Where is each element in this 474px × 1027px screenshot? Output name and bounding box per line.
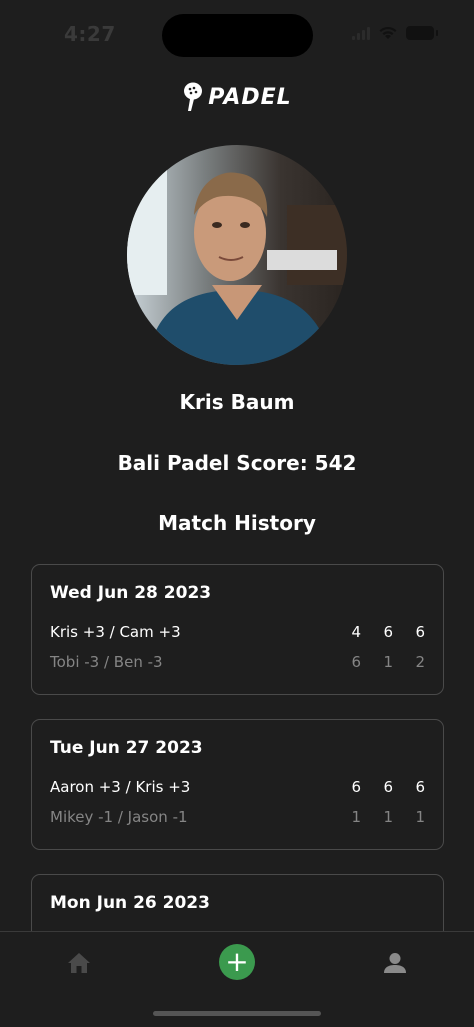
set-score: 6 bbox=[351, 653, 361, 671]
set-scores: 4 6 6 bbox=[329, 623, 425, 641]
team-players: Kris +3 / Cam +3 bbox=[50, 623, 181, 641]
app-logo: PADEL bbox=[0, 82, 474, 112]
person-icon[interactable] bbox=[380, 948, 410, 978]
battery-icon bbox=[406, 26, 438, 40]
match-date: Tue Jun 27 2023 bbox=[50, 738, 203, 758]
team-players: Tobi -3 / Ben -3 bbox=[50, 653, 163, 671]
status-icons bbox=[352, 26, 438, 40]
avatar bbox=[127, 145, 347, 365]
home-icon[interactable] bbox=[64, 948, 94, 978]
home-indicator bbox=[153, 1011, 321, 1016]
signal-icon bbox=[352, 26, 370, 40]
set-score: 6 bbox=[383, 778, 393, 796]
team-players: Aaron +3 / Kris +3 bbox=[50, 778, 191, 796]
match-card[interactable]: Tue Jun 27 2023 Aaron +3 / Kris +3 6 6 6… bbox=[31, 719, 444, 850]
set-score: 6 bbox=[351, 778, 361, 796]
set-score: 4 bbox=[351, 623, 361, 641]
set-scores: 6 1 2 bbox=[329, 653, 425, 671]
team-players: Mikey -1 / Jason -1 bbox=[50, 808, 188, 826]
status-bar: 4:27 bbox=[0, 0, 474, 70]
set-score: 1 bbox=[351, 808, 361, 826]
set-scores: 6 6 6 bbox=[329, 778, 425, 796]
team-row: Aaron +3 / Kris +3 6 6 6 bbox=[50, 772, 425, 802]
profile-name: Kris Baum bbox=[179, 390, 295, 414]
add-match-button[interactable]: + bbox=[219, 944, 255, 980]
match-card[interactable]: Wed Jun 28 2023 Kris +3 / Cam +3 4 6 6 T… bbox=[31, 564, 444, 695]
set-score: 6 bbox=[415, 778, 425, 796]
set-score: 1 bbox=[383, 653, 393, 671]
score-line: Bali Padel Score: 542 bbox=[117, 451, 357, 475]
set-score: 6 bbox=[415, 623, 425, 641]
team-row: Kris +3 / Cam +3 4 6 6 bbox=[50, 617, 425, 647]
set-score: 2 bbox=[415, 653, 425, 671]
team-row: Mikey -1 / Jason -1 1 1 1 bbox=[50, 802, 425, 832]
match-date: Mon Jun 26 2023 bbox=[50, 893, 210, 913]
dynamic-island bbox=[162, 14, 313, 57]
set-score: 6 bbox=[383, 623, 393, 641]
team-row: Tobi -3 / Ben -3 6 1 2 bbox=[50, 647, 425, 677]
match-date: Wed Jun 28 2023 bbox=[50, 583, 212, 603]
set-score: 1 bbox=[383, 808, 393, 826]
wifi-icon bbox=[378, 26, 398, 40]
status-time: 4:27 bbox=[64, 22, 116, 46]
set-scores: 1 1 1 bbox=[329, 808, 425, 826]
set-score: 1 bbox=[415, 808, 425, 826]
plus-icon: + bbox=[225, 945, 249, 978]
match-history-title: Match History bbox=[158, 511, 316, 535]
padel-racket-icon bbox=[184, 82, 203, 111]
logo-text: PADEL bbox=[208, 84, 292, 110]
